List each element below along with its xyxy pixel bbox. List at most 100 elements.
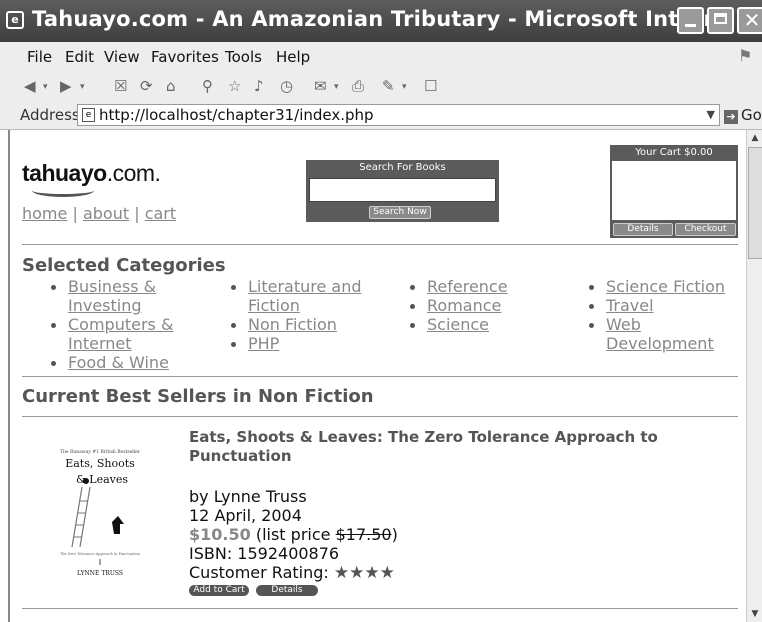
cover-author: LYNNE TRUSS bbox=[77, 570, 123, 577]
address-bar: Address e http://localhost/chapter31/ind… bbox=[0, 102, 762, 130]
category-link[interactable]: Science Fiction bbox=[606, 277, 725, 296]
category-link-line2[interactable]: Investing bbox=[68, 296, 142, 315]
bullet bbox=[51, 285, 56, 290]
edit-dropdown-icon[interactable]: ▾ bbox=[402, 82, 407, 92]
book-isbn: ISBN: 1592400876 bbox=[189, 544, 340, 563]
media-icon[interactable]: ♪ bbox=[254, 77, 264, 95]
history-icon[interactable]: ◷ bbox=[280, 77, 293, 95]
category-link-line1[interactable]: Web bbox=[606, 315, 641, 334]
ie-icon: e bbox=[6, 11, 24, 29]
category-link[interactable]: Non Fiction bbox=[248, 315, 337, 334]
category-food-wine[interactable]: Food & Wine bbox=[68, 353, 169, 372]
category-link-line2[interactable]: Development bbox=[606, 334, 714, 353]
mail-dropdown-icon[interactable]: ▾ bbox=[334, 82, 339, 92]
category-romance[interactable]: Romance bbox=[427, 296, 501, 315]
go-button[interactable]: ➔ Go bbox=[724, 106, 762, 124]
category-link[interactable]: Food & Wine bbox=[68, 353, 169, 372]
menu-view[interactable]: View bbox=[104, 48, 140, 66]
address-dropdown-icon[interactable]: ▼ bbox=[707, 108, 715, 121]
category-reference[interactable]: Reference bbox=[427, 277, 508, 296]
site-logo[interactable]: tahuayo.com. bbox=[22, 160, 161, 197]
address-input[interactable]: e http://localhost/chapter31/index.php ▼ bbox=[77, 104, 720, 126]
logo-domain-text: .com. bbox=[106, 160, 161, 186]
bullet bbox=[231, 285, 236, 290]
category-business-investing[interactable]: Business & Investing bbox=[68, 277, 156, 315]
category-non-fiction[interactable]: Non Fiction bbox=[248, 315, 337, 334]
category-php[interactable]: PHP bbox=[248, 334, 279, 353]
title-bar[interactable]: e Tahuayo.com - An Amazonian Tributary -… bbox=[0, 0, 762, 42]
scroll-down-icon[interactable]: ▼ bbox=[747, 606, 762, 622]
bullet bbox=[231, 323, 236, 328]
menu-file[interactable]: File bbox=[27, 48, 52, 66]
nav-about-link[interactable]: about bbox=[83, 204, 129, 223]
category-travel[interactable]: Travel bbox=[606, 296, 654, 315]
favorites-icon[interactable]: ☆ bbox=[228, 77, 241, 95]
list-price-suffix: ) bbox=[391, 525, 398, 544]
book-price: $10.50 bbox=[189, 525, 251, 544]
home-icon[interactable]: ⌂ bbox=[166, 77, 176, 95]
menu-edit[interactable]: Edit bbox=[65, 48, 94, 66]
nav-cart-link[interactable]: cart bbox=[145, 204, 176, 223]
browser-window: e Tahuayo.com - An Amazonian Tributary -… bbox=[0, 0, 762, 622]
bullet bbox=[51, 361, 56, 366]
search-input[interactable] bbox=[309, 178, 496, 202]
category-link-line2[interactable]: Internet bbox=[68, 334, 132, 353]
go-arrow-icon: ➔ bbox=[724, 110, 738, 124]
window-title: Tahuayo.com - An Amazonian Tributary - M… bbox=[32, 7, 744, 31]
stop-icon[interactable]: ☒ bbox=[114, 77, 127, 95]
category-link-line1[interactable]: Literature and bbox=[248, 277, 362, 296]
book-details-button[interactable]: Details bbox=[256, 585, 318, 596]
cart-details-button[interactable]: Details bbox=[613, 223, 673, 236]
category-computers-internet[interactable]: Computers & Internet bbox=[68, 315, 173, 353]
cover-subtitle: The Zero Tolerance Approach to Punctuati… bbox=[60, 552, 141, 556]
list-price: $17.50 bbox=[335, 525, 392, 544]
category-link-line1[interactable]: Business & bbox=[68, 277, 156, 296]
windows-logo-icon: ⚑ bbox=[738, 46, 753, 65]
category-link-line1[interactable]: Computers & bbox=[68, 315, 173, 334]
category-link[interactable]: Reference bbox=[427, 277, 508, 296]
nav-separator: | bbox=[72, 204, 78, 223]
book-title-link[interactable]: Eats, Shoots & Leaves: The Zero Toleranc… bbox=[189, 428, 699, 466]
print-icon[interactable]: ⎙ bbox=[352, 77, 364, 95]
category-link[interactable]: PHP bbox=[248, 334, 279, 353]
bullet bbox=[410, 304, 415, 309]
bullet bbox=[231, 342, 236, 347]
scroll-up-icon[interactable]: ▲ bbox=[747, 130, 762, 146]
forward-icon[interactable]: ▶ bbox=[60, 77, 72, 95]
bullet bbox=[410, 323, 415, 328]
maximize-button[interactable] bbox=[707, 7, 734, 34]
nav-home-link[interactable]: home bbox=[22, 204, 67, 223]
category-link[interactable]: Romance bbox=[427, 296, 501, 315]
back-dropdown-icon[interactable]: ▾ bbox=[43, 82, 48, 92]
minimize-button[interactable] bbox=[677, 7, 704, 34]
category-link[interactable]: Science bbox=[427, 315, 489, 334]
back-icon[interactable]: ◀ bbox=[24, 77, 36, 95]
edit-icon[interactable]: ✎ bbox=[382, 77, 395, 95]
menu-help[interactable]: Help bbox=[276, 48, 310, 66]
refresh-icon[interactable]: ⟳ bbox=[140, 77, 153, 95]
discuss-icon[interactable]: ☐ bbox=[424, 77, 437, 95]
menu-tools[interactable]: Tools bbox=[225, 48, 262, 66]
vertical-scrollbar[interactable]: ▲ ▼ bbox=[746, 130, 762, 622]
category-link-line2[interactable]: Fiction bbox=[248, 296, 300, 315]
category-link[interactable]: Travel bbox=[606, 296, 654, 315]
cover-title-line1: Eats, Shoots bbox=[65, 457, 135, 470]
book-cover-image[interactable]: The Runaway #1 British Bestseller Eats, … bbox=[50, 447, 150, 582]
site-nav: home | about | cart bbox=[22, 204, 176, 223]
category-science-fiction[interactable]: Science Fiction bbox=[606, 277, 725, 296]
category-web-development[interactable]: Web Development bbox=[606, 315, 714, 353]
search-now-button[interactable]: Search Now bbox=[369, 206, 431, 219]
category-literature-fiction[interactable]: Literature and Fiction bbox=[248, 277, 362, 315]
cart-checkout-button[interactable]: Checkout bbox=[675, 223, 736, 236]
mail-icon[interactable]: ✉ bbox=[314, 77, 327, 95]
divider bbox=[22, 608, 738, 609]
bullet bbox=[589, 304, 594, 309]
forward-dropdown-icon[interactable]: ▾ bbox=[80, 82, 85, 92]
add-to-cart-button[interactable]: Add to Cart bbox=[189, 585, 249, 596]
bullet bbox=[589, 285, 594, 290]
search-icon[interactable]: ⚲ bbox=[202, 77, 213, 95]
category-science[interactable]: Science bbox=[427, 315, 489, 334]
close-button[interactable]: ✕ bbox=[737, 7, 762, 34]
menu-favorites[interactable]: Favorites bbox=[151, 48, 219, 66]
scroll-thumb[interactable] bbox=[748, 147, 762, 259]
